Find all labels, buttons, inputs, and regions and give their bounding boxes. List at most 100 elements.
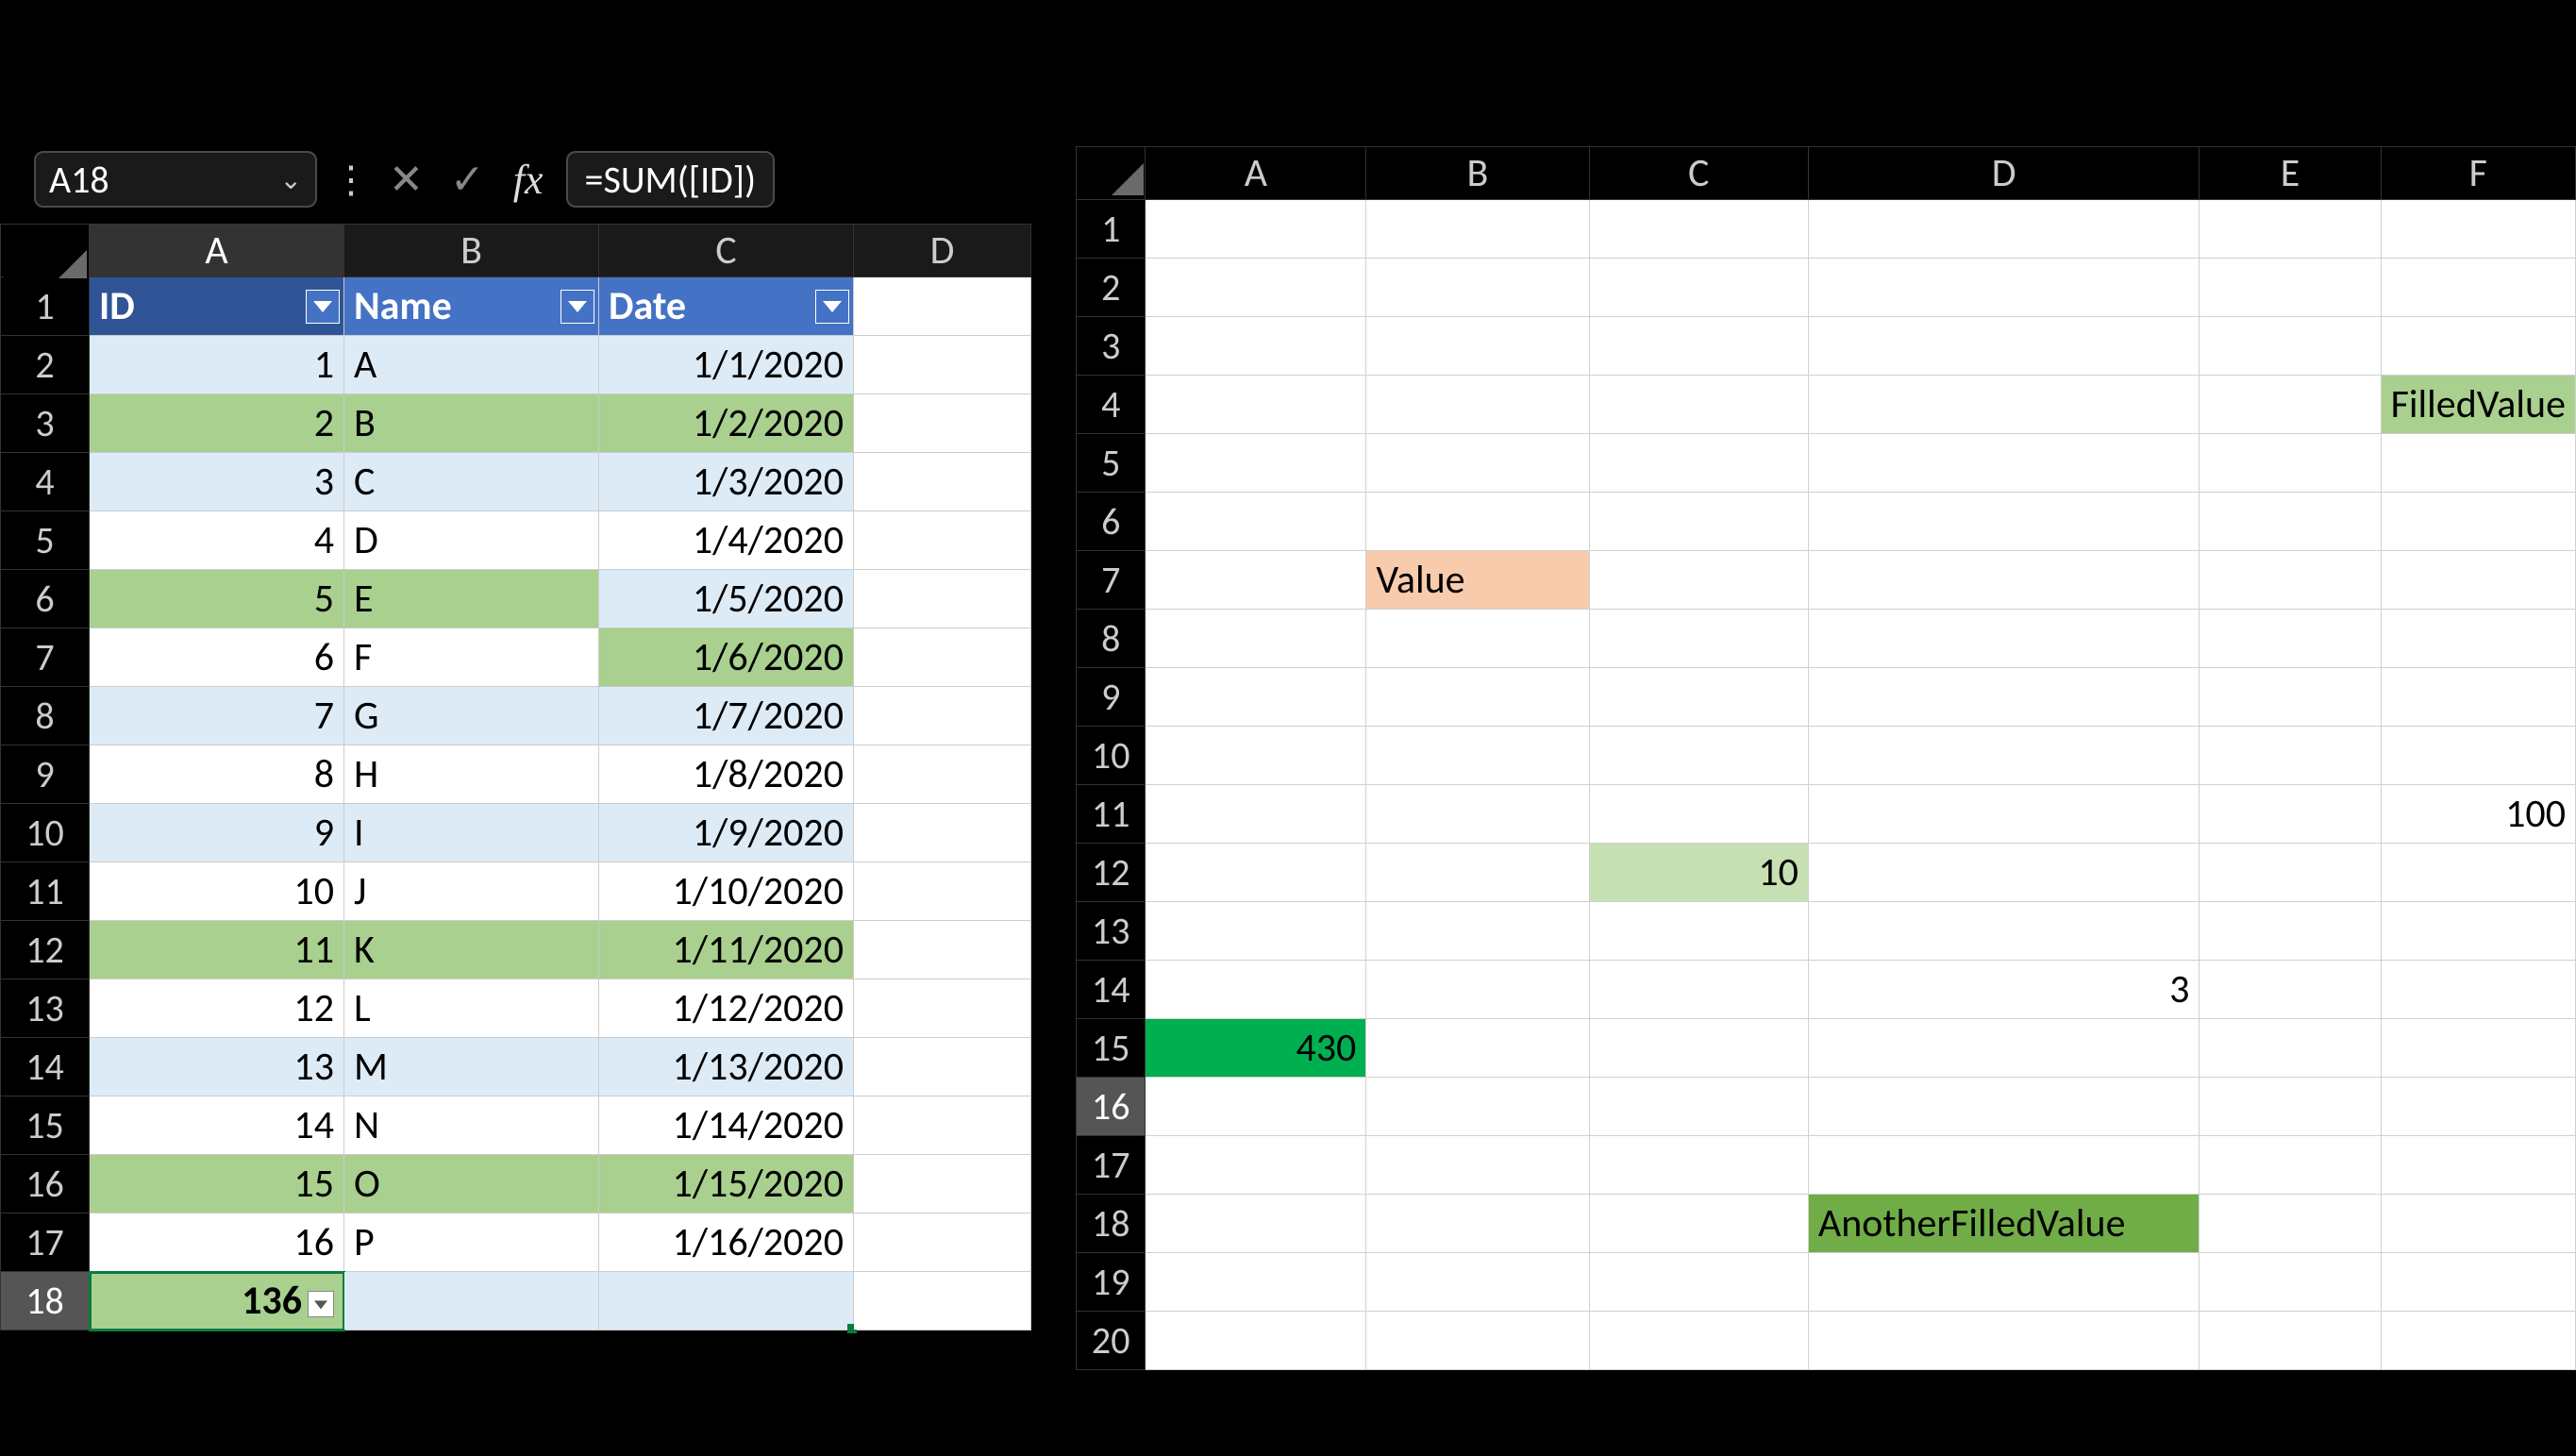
cell[interactable]: P xyxy=(344,1213,599,1272)
row-header[interactable]: 19 xyxy=(1077,1253,1146,1312)
cell[interactable] xyxy=(854,336,1031,394)
cell[interactable] xyxy=(854,394,1031,453)
table-header-date[interactable]: Date xyxy=(599,277,854,336)
cell[interactable] xyxy=(854,921,1031,979)
cell[interactable] xyxy=(2381,434,2575,493)
cell[interactable] xyxy=(1146,961,1366,1019)
cell[interactable]: 1/6/2020 xyxy=(599,628,854,687)
row-header[interactable]: 7 xyxy=(1,628,90,687)
formula-input[interactable]: =SUM([ID]) xyxy=(566,151,776,208)
row-header[interactable]: 16 xyxy=(1077,1078,1146,1136)
row-header[interactable]: 5 xyxy=(1077,434,1146,493)
row-header[interactable]: 15 xyxy=(1,1096,90,1155)
cell[interactable]: AnotherFilledValue xyxy=(1808,1195,2200,1253)
cell[interactable] xyxy=(2200,493,2381,551)
cell[interactable]: 1/7/2020 xyxy=(599,687,854,745)
cell[interactable] xyxy=(2381,1253,2575,1312)
cell[interactable] xyxy=(2200,259,2381,317)
cell[interactable] xyxy=(1589,961,1808,1019)
cell[interactable]: K xyxy=(344,921,599,979)
cell[interactable]: L xyxy=(344,979,599,1038)
cell[interactable] xyxy=(2200,1195,2381,1253)
cell[interactable]: 10 xyxy=(90,862,344,921)
cell[interactable]: 1/15/2020 xyxy=(599,1155,854,1213)
cell[interactable] xyxy=(2381,668,2575,727)
cell[interactable]: 1/16/2020 xyxy=(599,1213,854,1272)
cell[interactable] xyxy=(2200,317,2381,376)
filter-dropdown-icon[interactable] xyxy=(815,290,849,324)
column-header-A[interactable]: A xyxy=(1146,147,1366,200)
cell[interactable] xyxy=(2200,551,2381,610)
cell[interactable] xyxy=(1146,1253,1366,1312)
column-header-C[interactable]: C xyxy=(599,225,854,277)
cell[interactable] xyxy=(1366,493,1589,551)
cell[interactable] xyxy=(854,1096,1031,1155)
cell[interactable] xyxy=(1146,259,1366,317)
filter-dropdown-icon[interactable] xyxy=(560,290,594,324)
chevron-down-icon[interactable]: ⌄ xyxy=(280,163,302,196)
cell[interactable]: FilledValue xyxy=(2381,376,2575,434)
cell[interactable] xyxy=(1146,1312,1366,1370)
cell[interactable]: 7 xyxy=(90,687,344,745)
column-header-D[interactable]: D xyxy=(854,225,1031,277)
cell[interactable] xyxy=(1146,434,1366,493)
row-header[interactable]: 7 xyxy=(1077,551,1146,610)
cell[interactable] xyxy=(1589,902,1808,961)
cell[interactable] xyxy=(1146,844,1366,902)
cell[interactable]: 12 xyxy=(90,979,344,1038)
cell[interactable] xyxy=(1589,551,1808,610)
cell[interactable]: M xyxy=(344,1038,599,1096)
cell[interactable] xyxy=(854,1272,1031,1330)
cell[interactable] xyxy=(1589,1195,1808,1253)
cell[interactable] xyxy=(854,1155,1031,1213)
cell[interactable] xyxy=(2200,785,2381,844)
cell[interactable] xyxy=(2381,902,2575,961)
row-header[interactable]: 2 xyxy=(1,336,90,394)
cell[interactable] xyxy=(2200,1136,2381,1195)
cell[interactable] xyxy=(1366,961,1589,1019)
row-header[interactable]: 6 xyxy=(1077,493,1146,551)
row-header[interactable]: 15 xyxy=(1077,1019,1146,1078)
cell[interactable] xyxy=(1146,902,1366,961)
cell[interactable] xyxy=(1366,844,1589,902)
cell[interactable] xyxy=(1589,1078,1808,1136)
cell[interactable]: C xyxy=(344,453,599,511)
column-header-D[interactable]: D xyxy=(1808,147,2200,200)
cell[interactable]: F xyxy=(344,628,599,687)
cell[interactable]: 15 xyxy=(90,1155,344,1213)
cell[interactable] xyxy=(1366,1136,1589,1195)
row-header[interactable]: 13 xyxy=(1077,902,1146,961)
row-header[interactable]: 3 xyxy=(1,394,90,453)
cell[interactable]: 100 xyxy=(2381,785,2575,844)
cell[interactable] xyxy=(2200,902,2381,961)
cell[interactable] xyxy=(2381,1136,2575,1195)
cell[interactable]: 2 xyxy=(90,394,344,453)
cell[interactable] xyxy=(2381,961,2575,1019)
column-header-A[interactable]: A xyxy=(90,225,344,277)
cell[interactable]: 6 xyxy=(90,628,344,687)
cell[interactable] xyxy=(1589,493,1808,551)
cell[interactable] xyxy=(1146,610,1366,668)
row-header[interactable]: 11 xyxy=(1,862,90,921)
total-cell[interactable]: 136 xyxy=(90,1272,344,1330)
cell[interactable] xyxy=(1146,551,1366,610)
cell[interactable] xyxy=(2200,1078,2381,1136)
row-header[interactable]: 16 xyxy=(1,1155,90,1213)
cell[interactable] xyxy=(1808,1312,2200,1370)
cell[interactable] xyxy=(854,1038,1031,1096)
cell[interactable] xyxy=(2381,1195,2575,1253)
cell[interactable] xyxy=(1146,200,1366,259)
column-header-F[interactable]: F xyxy=(2381,147,2575,200)
cell[interactable]: 1/9/2020 xyxy=(599,804,854,862)
select-all-corner[interactable] xyxy=(1076,146,1147,199)
cell[interactable]: G xyxy=(344,687,599,745)
cell[interactable] xyxy=(1146,1136,1366,1195)
cell[interactable]: 4 xyxy=(90,511,344,570)
cell[interactable]: N xyxy=(344,1096,599,1155)
cell[interactable] xyxy=(1146,1195,1366,1253)
cell[interactable] xyxy=(2200,1312,2381,1370)
cell[interactable]: 16 xyxy=(90,1213,344,1272)
cell[interactable] xyxy=(854,1213,1031,1272)
row-header[interactable]: 9 xyxy=(1077,668,1146,727)
cell[interactable] xyxy=(1366,200,1589,259)
